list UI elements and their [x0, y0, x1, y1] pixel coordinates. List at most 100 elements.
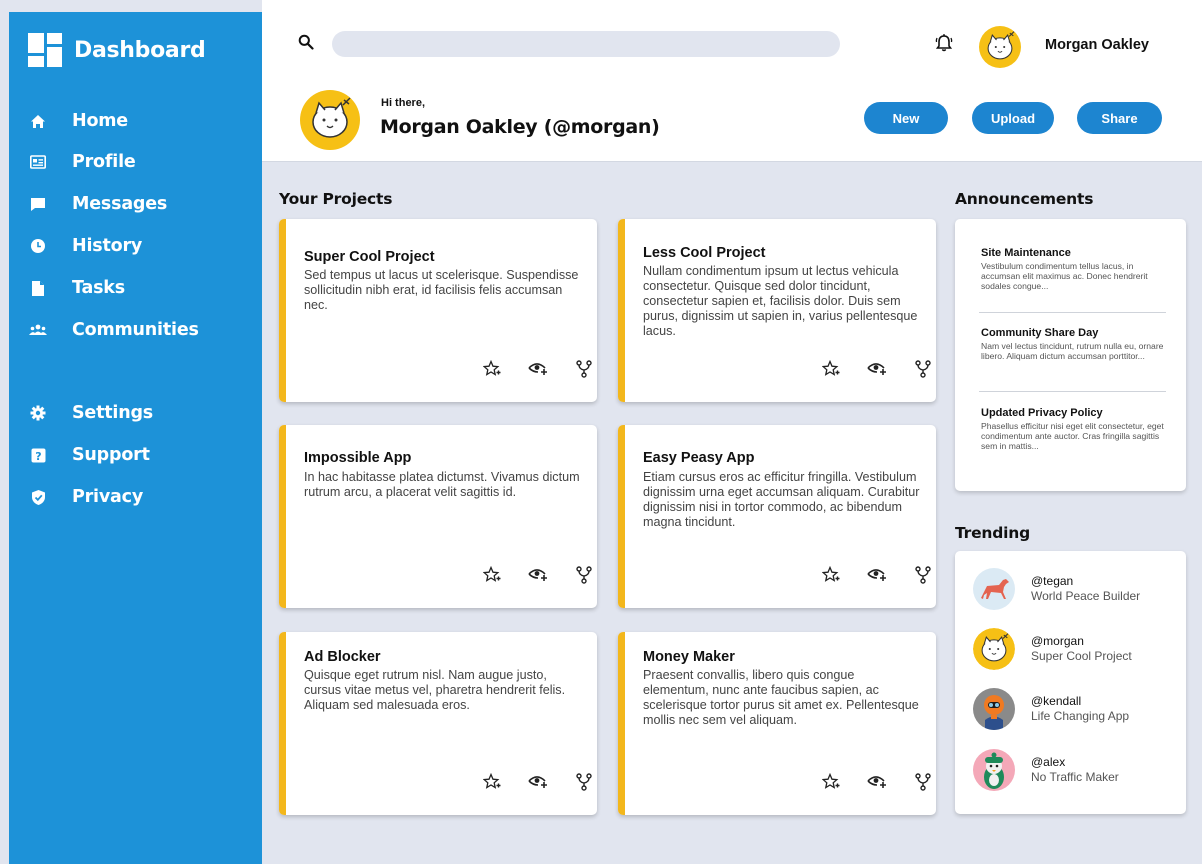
announcements-title: Announcements	[955, 190, 1094, 208]
sidebar-item-label: Tasks	[72, 278, 125, 298]
fork-icon[interactable]	[561, 360, 597, 378]
share-button[interactable]: Share	[1077, 102, 1162, 134]
watch-icon[interactable]	[515, 360, 561, 378]
star-add-icon[interactable]	[469, 773, 515, 791]
sidebar-item-support[interactable]: ? Support	[29, 445, 150, 465]
sidebar-item-settings[interactable]: Settings	[29, 403, 153, 423]
avatar	[973, 749, 1015, 791]
divider	[979, 312, 1166, 313]
project-card[interactable]: Money Maker Praesent convallis, libero q…	[618, 632, 936, 815]
star-add-icon[interactable]	[469, 566, 515, 584]
divider	[979, 391, 1166, 392]
shield-icon	[29, 488, 47, 506]
avatar	[973, 568, 1015, 610]
project-card[interactable]: Easy Peasy App Etiam cursus eros ac effi…	[618, 425, 936, 608]
trending-handle: @morgan	[1031, 634, 1084, 648]
avatar	[973, 688, 1015, 730]
watch-icon[interactable]	[854, 566, 900, 584]
profile-avatar	[300, 90, 360, 150]
watch-icon[interactable]	[854, 773, 900, 791]
trending-handle: @alex	[1031, 755, 1066, 769]
sidebar: Dashboard Home Profile Messages History …	[9, 12, 262, 864]
greeting-name: Morgan Oakley (@morgan)	[380, 116, 660, 138]
brand[interactable]: Dashboard	[28, 33, 206, 67]
project-description: Quisque eget rutrum nisl. Nam augue just…	[304, 668, 566, 712]
star-add-icon[interactable]	[469, 360, 515, 378]
trending-subtitle: World Peace Builder	[1031, 589, 1141, 603]
fork-icon[interactable]	[561, 566, 597, 584]
avatar	[973, 628, 1015, 670]
id-card-icon	[29, 153, 47, 171]
brand-title: Dashboard	[74, 37, 206, 63]
document-icon	[29, 279, 47, 297]
home-icon	[29, 112, 47, 130]
trending-handle: @kendall	[1031, 694, 1082, 708]
trending-item[interactable]: @morgan Super Cool Project	[973, 628, 1132, 670]
svg-text:?: ?	[35, 450, 41, 463]
user-name[interactable]: Morgan Oakley	[1045, 37, 1149, 53]
project-actions	[469, 566, 597, 584]
project-actions	[808, 360, 936, 378]
project-description: Sed tempus ut lacus ut scelerisque. Susp…	[304, 268, 579, 312]
watch-icon[interactable]	[515, 566, 561, 584]
announcement-body: Phasellus efficitur nisi eget elit conse…	[981, 421, 1164, 451]
sidebar-item-label: Settings	[72, 403, 154, 423]
project-title: Less Cool Project	[643, 245, 766, 261]
announcement-item[interactable]: Community Share Day Nam vel lectus tinci…	[981, 327, 1166, 361]
fork-icon[interactable]	[900, 360, 936, 378]
watch-icon[interactable]	[854, 360, 900, 378]
trending-item[interactable]: @tegan World Peace Builder	[973, 568, 1140, 610]
fork-icon[interactable]	[561, 773, 597, 791]
message-icon	[29, 195, 47, 213]
sidebar-item-privacy[interactable]: Privacy	[29, 487, 143, 507]
avatar[interactable]	[979, 26, 1021, 68]
project-card[interactable]: Ad Blocker Quisque eget rutrum nisl. Nam…	[279, 632, 597, 815]
new-button[interactable]: New	[864, 102, 948, 134]
search-input[interactable]	[332, 31, 840, 57]
sidebar-item-profile[interactable]: Profile	[29, 152, 136, 172]
announcement-item[interactable]: Updated Privacy Policy Phasellus efficit…	[981, 407, 1166, 451]
trending-item[interactable]: @alex No Traffic Maker	[973, 749, 1119, 791]
announcement-body: Nam vel lectus tincidunt, rutrum nulla e…	[981, 341, 1164, 361]
fork-icon[interactable]	[900, 773, 936, 791]
bell-icon[interactable]	[934, 33, 954, 58]
project-card[interactable]: Super Cool Project Sed tempus ut lacus u…	[279, 219, 597, 402]
project-title: Ad Blocker	[304, 649, 381, 665]
project-description: Praesent convallis, libero quis congue e…	[643, 668, 919, 727]
announcements-panel: Site Maintenance Vestibulum condimentum …	[955, 219, 1186, 491]
upload-button[interactable]: Upload	[972, 102, 1054, 134]
sidebar-item-communities[interactable]: Communities	[29, 320, 199, 340]
project-actions	[808, 566, 936, 584]
trending-item[interactable]: @kendall Life Changing App	[973, 688, 1129, 730]
project-card[interactable]: Impossible App In hac habitasse platea d…	[279, 425, 597, 608]
project-actions	[469, 773, 597, 791]
project-actions	[808, 773, 936, 791]
star-add-icon[interactable]	[808, 566, 854, 584]
project-description: Etiam cursus eros ac efficitur fringilla…	[643, 470, 920, 529]
project-title: Super Cool Project	[304, 249, 435, 265]
sidebar-item-messages[interactable]: Messages	[29, 194, 167, 214]
project-title: Easy Peasy App	[643, 450, 755, 466]
star-add-icon[interactable]	[808, 360, 854, 378]
trending-title: Trending	[955, 524, 1030, 542]
search-icon[interactable]	[298, 34, 314, 55]
sidebar-item-history[interactable]: History	[29, 236, 142, 256]
watch-icon[interactable]	[515, 773, 561, 791]
star-add-icon[interactable]	[808, 773, 854, 791]
sidebar-item-home[interactable]: Home	[29, 111, 128, 131]
sidebar-item-label: Communities	[72, 320, 199, 340]
trending-handle: @tegan	[1031, 574, 1074, 588]
fork-icon[interactable]	[900, 566, 936, 584]
people-icon	[29, 321, 47, 339]
sidebar-item-tasks[interactable]: Tasks	[29, 278, 125, 298]
project-title: Impossible App	[304, 450, 412, 466]
project-description: Nullam condimentum ipsum ut lectus vehic…	[643, 264, 918, 338]
sidebar-item-label: Support	[72, 445, 150, 465]
announcement-title: Site Maintenance	[981, 247, 1071, 259]
header: Morgan Oakley Hi there, Morgan Oakley (@…	[262, 0, 1202, 162]
announcement-body: Vestibulum condimentum tellus lacus, in …	[981, 261, 1148, 291]
project-card[interactable]: Less Cool Project Nullam condimentum ips…	[618, 219, 936, 402]
sidebar-item-label: Profile	[72, 152, 136, 172]
announcement-item[interactable]: Site Maintenance Vestibulum condimentum …	[981, 247, 1166, 291]
project-title: Money Maker	[643, 649, 735, 665]
